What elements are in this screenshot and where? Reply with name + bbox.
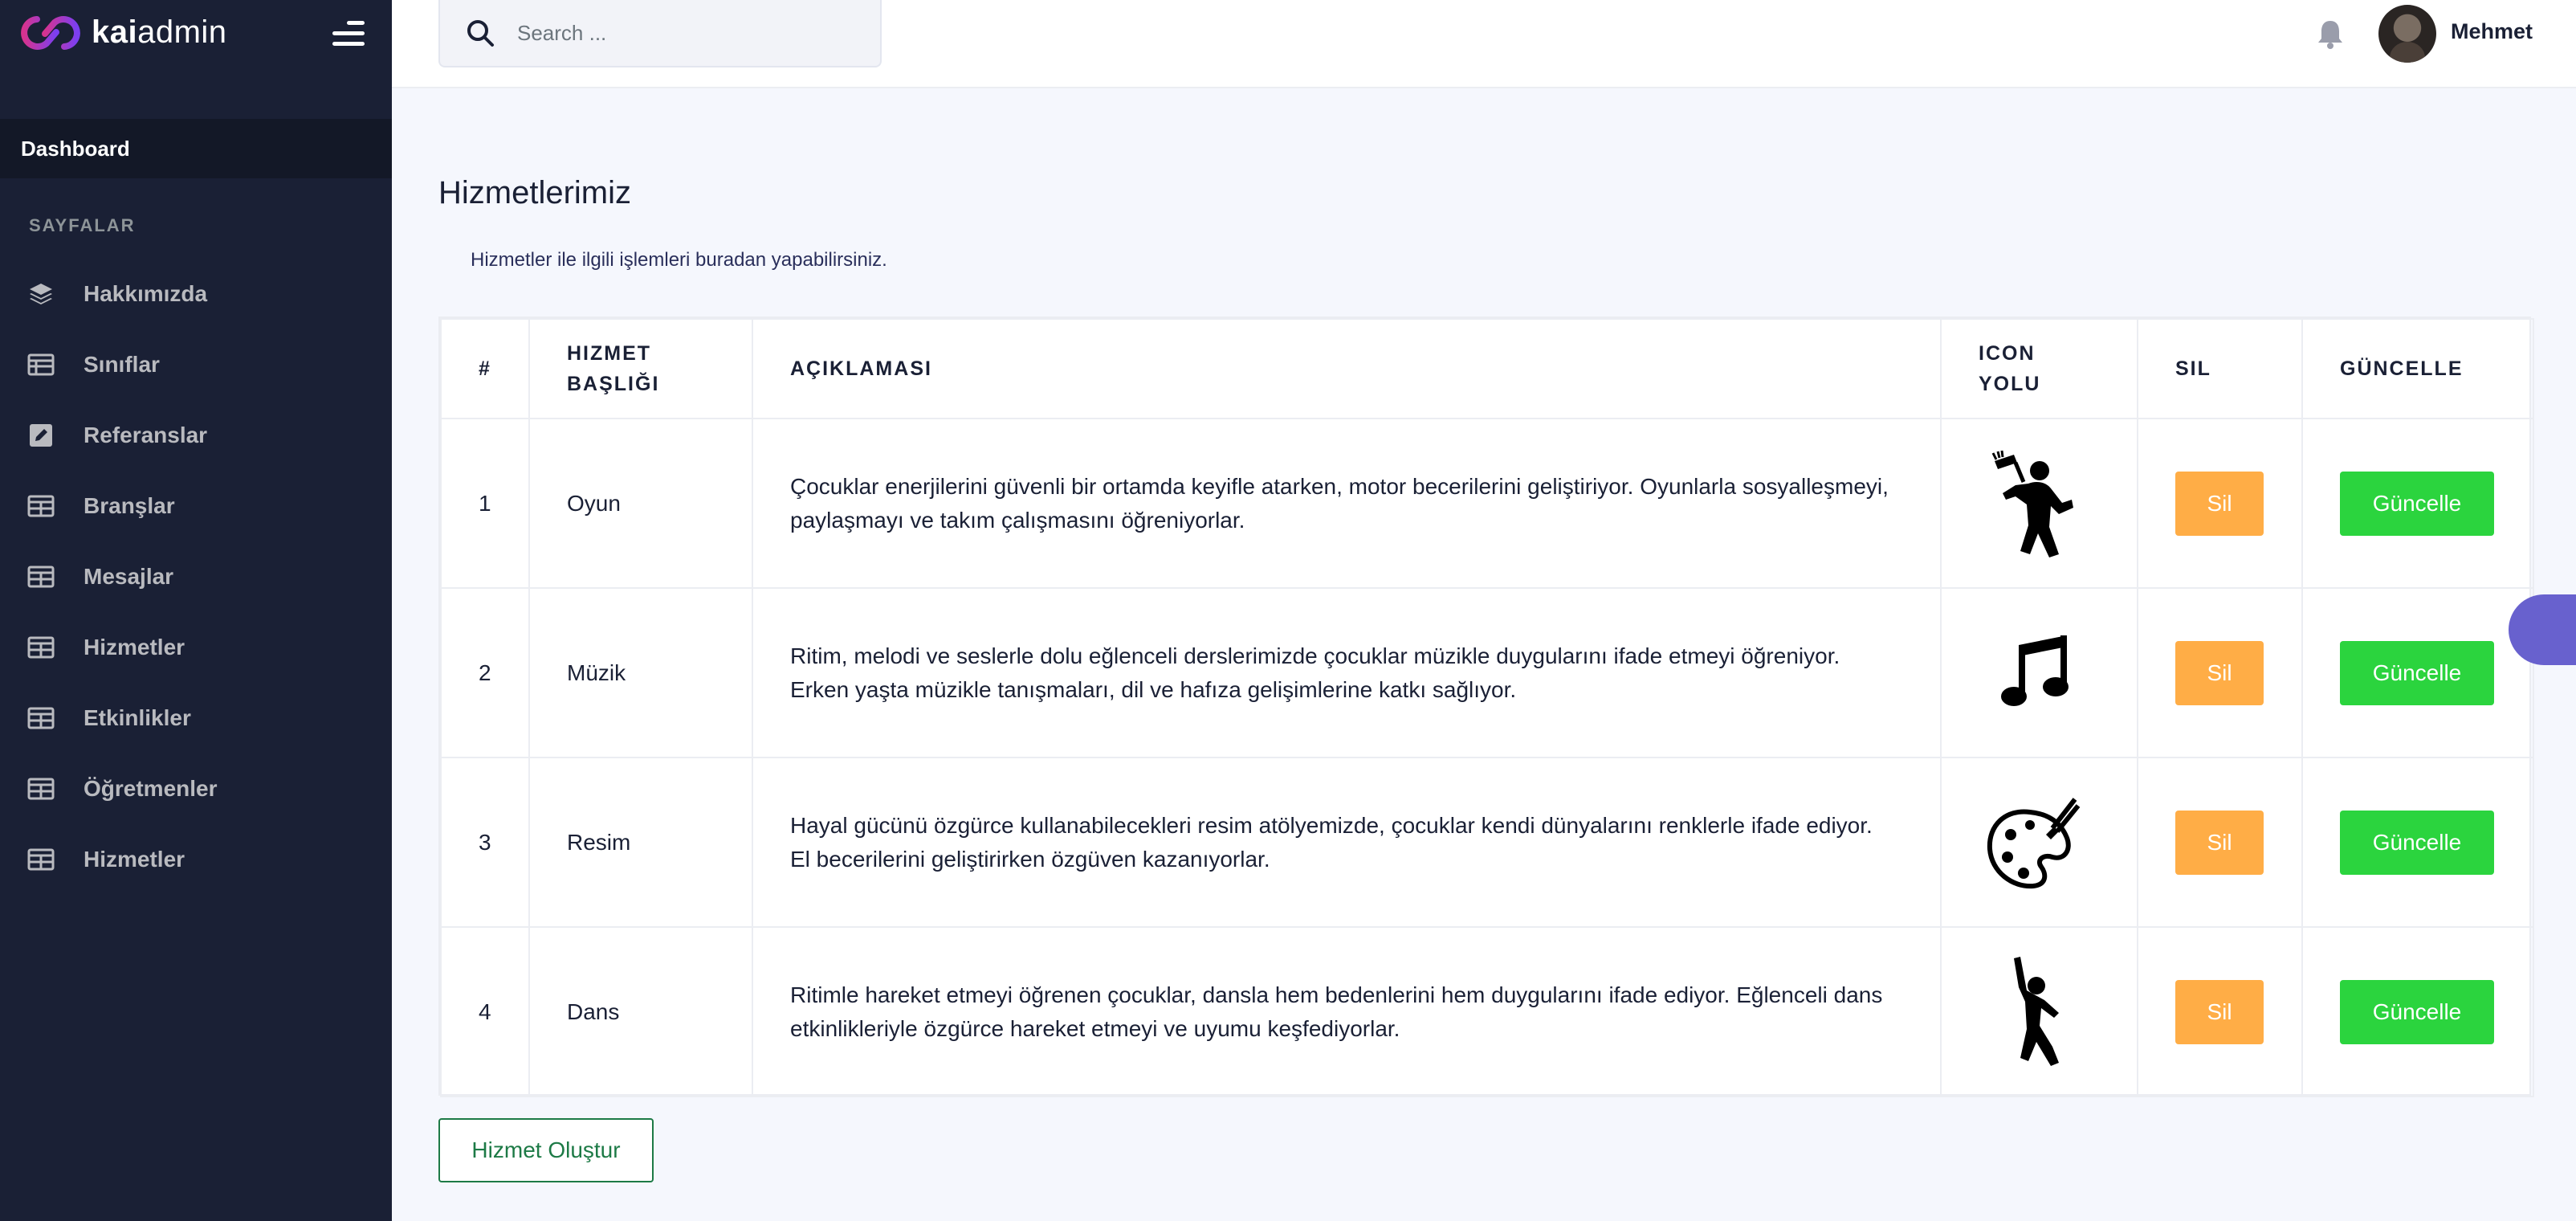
table-icon bbox=[27, 846, 55, 873]
delete-button[interactable]: Sil bbox=[2175, 471, 2264, 536]
row-title: Oyun bbox=[528, 418, 753, 589]
sidebar-item-referanslar[interactable]: Referanslar bbox=[0, 400, 392, 471]
logo-text: kaiadmin bbox=[92, 14, 227, 50]
row-update-cell: Güncelle bbox=[2301, 587, 2534, 758]
sidebar-item-label: Öğretmenler bbox=[84, 776, 218, 801]
table-row: 4 Dans Ritimle hareket etmeyi öğrenen ço… bbox=[440, 926, 2534, 1097]
search-icon[interactable] bbox=[464, 17, 496, 49]
update-button[interactable]: Güncelle bbox=[2340, 810, 2494, 875]
menu-toggle-icon[interactable] bbox=[329, 21, 365, 47]
sidebar-item-label: Sınıflar bbox=[84, 352, 160, 377]
create-service-button[interactable]: Hizmet Oluştur bbox=[438, 1118, 654, 1182]
update-button[interactable]: Güncelle bbox=[2340, 979, 2494, 1044]
column-header-no: # bbox=[440, 318, 530, 419]
bell-icon[interactable] bbox=[2316, 18, 2345, 50]
list-table-icon bbox=[27, 351, 55, 378]
page-subtitle: Hizmetler ile ilgili işlemleri buradan y… bbox=[471, 249, 887, 271]
row-icon-cell bbox=[1940, 418, 2138, 589]
row-number: 4 bbox=[440, 926, 530, 1097]
sidebar-item-label: Branşlar bbox=[84, 493, 175, 518]
search-box bbox=[438, 0, 882, 67]
table-row: 1 Oyun Çocuklar enerjilerini güvenli bir… bbox=[440, 418, 2534, 589]
page-title: Hizmetlerimiz bbox=[438, 175, 631, 210]
sidebar-item-label: Hizmetler bbox=[84, 847, 185, 872]
row-delete-cell: Sil bbox=[2137, 587, 2303, 758]
row-description: Ritim, melodi ve seslerle dolu eğlenceli… bbox=[752, 587, 1942, 758]
row-title: Müzik bbox=[528, 587, 753, 758]
sidebar-item-hakkimizda[interactable]: Hakkımızda bbox=[0, 259, 392, 329]
row-description: Çocuklar enerjilerini güvenli bir ortamd… bbox=[752, 418, 1942, 589]
row-title: Resim bbox=[528, 757, 753, 928]
paint-palette-icon bbox=[1987, 797, 2081, 888]
delete-button[interactable]: Sil bbox=[2175, 640, 2264, 705]
table-row: 3 Resim Hayal gücünü özgürce kullanabile… bbox=[440, 757, 2534, 928]
row-icon-cell bbox=[1940, 587, 2138, 758]
column-header-icon: ICON YOLU bbox=[1940, 318, 2138, 419]
row-number: 1 bbox=[440, 418, 530, 589]
table-icon bbox=[27, 775, 55, 802]
sidebar-item-siniflar[interactable]: Sınıflar bbox=[0, 329, 392, 400]
row-number: 2 bbox=[440, 587, 530, 758]
avatar[interactable] bbox=[2378, 5, 2436, 63]
row-number: 3 bbox=[440, 757, 530, 928]
sidebar-item-label: Referanslar bbox=[84, 423, 208, 447]
column-header-update: GÜNCELLE bbox=[2301, 318, 2534, 419]
sidebar: kaiadmin Dashboard SAYFALAR Hakkımızda S… bbox=[0, 0, 392, 1221]
delete-button[interactable]: Sil bbox=[2175, 810, 2264, 875]
user-name[interactable]: Mehmet bbox=[2451, 19, 2533, 44]
sidebar-item-label: Hizmetler bbox=[84, 635, 185, 660]
table-header-row: # HIZMET BAŞLIĞI AÇIKLAMASI ICON YOLU SIL … bbox=[440, 318, 2534, 419]
sidebar-item-mesajlar[interactable]: Mesajlar bbox=[0, 541, 392, 612]
music-note-icon bbox=[2001, 635, 2069, 706]
delete-button[interactable]: Sil bbox=[2175, 979, 2264, 1044]
row-delete-cell: Sil bbox=[2137, 418, 2303, 589]
row-delete-cell: Sil bbox=[2137, 757, 2303, 928]
search-input[interactable] bbox=[517, 20, 870, 46]
row-update-cell: Güncelle bbox=[2301, 418, 2534, 589]
row-icon-cell bbox=[1940, 757, 2138, 928]
logo-icon bbox=[21, 16, 80, 50]
row-update-cell: Güncelle bbox=[2301, 926, 2534, 1097]
nav-list: Hakkımızda Sınıflar Referanslar Branşlar… bbox=[0, 259, 392, 895]
table-icon bbox=[27, 492, 55, 520]
layers-icon bbox=[27, 280, 55, 308]
row-update-cell: Güncelle bbox=[2301, 757, 2534, 928]
row-description: Hayal gücünü özgürce kullanabilecekleri … bbox=[752, 757, 1942, 928]
sidebar-item-label: Hakkımızda bbox=[84, 281, 208, 306]
column-header-description: AÇIKLAMASI bbox=[752, 318, 1942, 419]
row-icon-cell bbox=[1940, 926, 2138, 1097]
nav-dashboard[interactable]: Dashboard bbox=[0, 119, 392, 178]
table-icon bbox=[27, 704, 55, 732]
sidebar-item-label: Mesajlar bbox=[84, 564, 174, 589]
top-navbar: Mehmet bbox=[392, 0, 2576, 88]
sidebar-item-hizmetler[interactable]: Hizmetler bbox=[0, 612, 392, 683]
column-header-delete: SIL bbox=[2137, 318, 2303, 419]
dancer-icon bbox=[2014, 956, 2059, 1066]
sidebar-item-ogretmenler[interactable]: Öğretmenler bbox=[0, 753, 392, 824]
table-icon bbox=[27, 563, 55, 590]
playing-child-icon bbox=[1991, 450, 2073, 557]
table-icon bbox=[27, 634, 55, 661]
row-delete-cell: Sil bbox=[2137, 926, 2303, 1097]
nav-section-title: SAYFALAR bbox=[29, 215, 136, 235]
column-header-title: HIZMET BAŞLIĞI bbox=[528, 318, 753, 419]
sidebar-item-label: Etkinlikler bbox=[84, 705, 191, 730]
table-row: 2 Müzik Ritim, melodi ve seslerle dolu e… bbox=[440, 587, 2534, 758]
services-table: # HIZMET BAŞLIĞI AÇIKLAMASI ICON YOLU SIL … bbox=[440, 318, 2534, 1097]
row-title: Dans bbox=[528, 926, 753, 1097]
sidebar-item-hizmetler-2[interactable]: Hizmetler bbox=[0, 824, 392, 895]
update-button[interactable]: Güncelle bbox=[2340, 471, 2494, 536]
sidebar-item-etkinlikler[interactable]: Etkinlikler bbox=[0, 683, 392, 753]
services-table-card: # HIZMET BAŞLIĞI AÇIKLAMASI ICON YOLU SIL … bbox=[438, 316, 2534, 1097]
update-button[interactable]: Güncelle bbox=[2340, 640, 2494, 705]
settings-float-tab[interactable] bbox=[2509, 594, 2576, 665]
sidebar-item-branslar[interactable]: Branşlar bbox=[0, 471, 392, 541]
row-description: Ritimle hareket etmeyi öğrenen çocuklar,… bbox=[752, 926, 1942, 1097]
edit-square-icon bbox=[27, 422, 55, 449]
